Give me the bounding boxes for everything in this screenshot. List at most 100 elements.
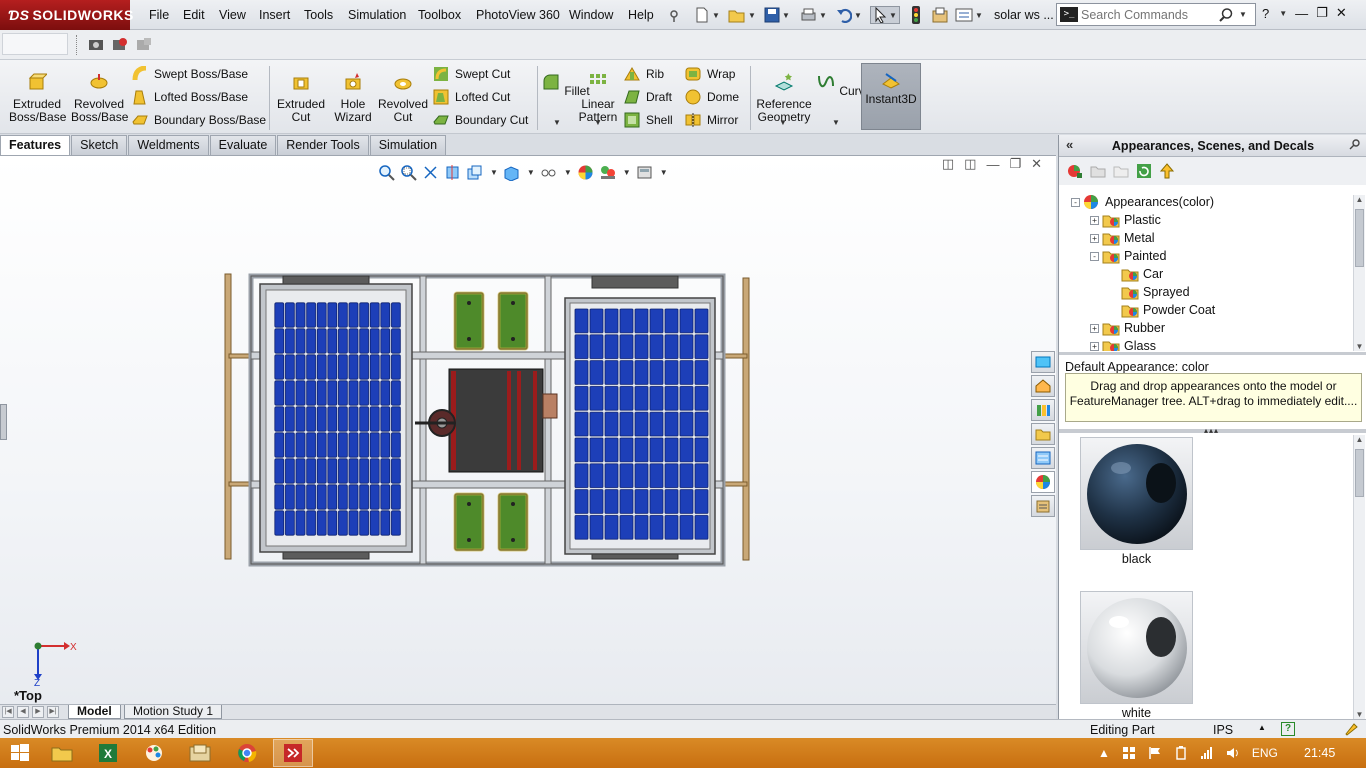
help-dropdown-icon[interactable]: ▼	[1279, 9, 1287, 18]
stop-record-icon[interactable]	[136, 37, 152, 54]
tree-item[interactable]: + Rubber	[1090, 319, 1165, 337]
collapse-icon[interactable]: -	[1090, 251, 1099, 261]
swept-cut-button[interactable]: Swept Cut	[433, 64, 510, 84]
taskbar-solidworks[interactable]	[273, 739, 313, 767]
edit-appearance-icon[interactable]	[577, 164, 594, 181]
select-arrow-icon[interactable]: ▼	[870, 6, 900, 24]
refresh-icon[interactable]	[1136, 163, 1152, 179]
curves-button[interactable]: Curves	[816, 68, 877, 98]
minimize-icon[interactable]: —	[1295, 6, 1308, 21]
first-tab-arrow-icon[interactable]: |◀	[2, 706, 14, 718]
menu-toolbox[interactable]: Toolbox	[418, 8, 461, 22]
restore-icon[interactable]: ❐	[1316, 5, 1328, 21]
task-pane-design-library-tab[interactable]	[1031, 399, 1055, 421]
linear-pattern-button[interactable]: Linear Pattern	[576, 68, 620, 124]
pin-menu-icon[interactable]	[667, 6, 681, 24]
swatch-scroll-down-icon[interactable]: ▼	[1354, 710, 1365, 719]
tree-item[interactable]: Sprayed	[1109, 283, 1190, 301]
pane-splitter[interactable]	[1059, 352, 1366, 355]
apply-scene-dropdown-icon[interactable]: ▼	[623, 168, 631, 177]
tab-simulation[interactable]: Simulation	[369, 135, 447, 155]
search-dropdown-icon[interactable]: ▼	[1239, 10, 1247, 19]
search-icon[interactable]	[1219, 7, 1233, 22]
doc-close-icon[interactable]: ✕	[1031, 156, 1042, 172]
pane-splitter-bottom[interactable]: ▴▴▴	[1059, 426, 1366, 435]
camera-icon[interactable]	[88, 37, 104, 54]
collapse-icon[interactable]: -	[1071, 197, 1080, 207]
taskbar-paint[interactable]	[134, 739, 174, 767]
quick-help-icon[interactable]: ?	[1281, 722, 1295, 736]
menu-photoview[interactable]: PhotoView 360	[476, 8, 560, 22]
tree-item[interactable]: Powder Coat	[1109, 301, 1215, 319]
appearance-swatch-black[interactable]	[1080, 437, 1193, 550]
tree-item[interactable]: - Painted	[1090, 247, 1166, 265]
scroll-down-arrow-icon[interactable]: ▼	[1354, 342, 1365, 351]
tile-right-icon[interactable]: ◫	[964, 156, 976, 172]
last-tab-arrow-icon[interactable]: ▶|	[47, 706, 59, 718]
reference-geometry-button[interactable]: Reference Geometry	[754, 68, 814, 124]
unit-system[interactable]: IPS	[1213, 723, 1233, 737]
taskbar-file-explorer[interactable]	[42, 739, 82, 767]
swept-boss-button[interactable]: Swept Boss/Base	[132, 64, 248, 84]
apply-scene-icon[interactable]	[599, 164, 616, 181]
start-button[interactable]	[0, 739, 40, 767]
appearance-swatch-white[interactable]	[1080, 591, 1193, 704]
menu-window[interactable]: Window	[569, 8, 613, 22]
swatch-scroll-up-icon[interactable]: ▲	[1354, 435, 1365, 444]
instant3d-button[interactable]: Instant3D	[861, 63, 921, 130]
feature-manager-toggle-handle[interactable]	[0, 404, 7, 440]
undo-icon[interactable]: ▼	[836, 6, 862, 24]
extruded-cut-button[interactable]: Extruded Cut	[273, 68, 329, 124]
record-icon[interactable]	[112, 37, 128, 54]
tree-item[interactable]: Car	[1109, 265, 1163, 283]
tab-evaluate[interactable]: Evaluate	[209, 135, 277, 155]
reference-geometry-dropdown-icon[interactable]: ▼	[779, 118, 787, 127]
tree-item[interactable]: + Metal	[1090, 229, 1155, 247]
graphics-area[interactable]: ▼ ▼ ▼ ▼ ▼ ◫ ◫ — ❐ ✕ X Z *Top	[0, 155, 1056, 704]
expand-icon[interactable]: +	[1090, 323, 1099, 333]
input-language[interactable]: ENG	[1252, 746, 1278, 760]
units-menu-icon[interactable]: ▲	[1258, 723, 1266, 732]
taskbar-photos[interactable]	[180, 739, 220, 767]
fillet-dropdown-icon[interactable]: ▼	[553, 118, 561, 127]
shell-button[interactable]: Shell	[624, 110, 673, 130]
toolbar-grip[interactable]	[76, 35, 79, 55]
tab-render-tools[interactable]: Render Tools	[277, 135, 369, 155]
extruded-boss-button[interactable]: Extruded Boss/Base	[9, 68, 66, 124]
add-appearance-icon[interactable]	[1067, 163, 1083, 179]
menu-file[interactable]: File	[149, 8, 169, 22]
view-settings-icon[interactable]	[636, 164, 653, 181]
menu-simulation[interactable]: Simulation	[348, 8, 406, 22]
task-pane-file-explorer-tab[interactable]	[1031, 423, 1055, 445]
print-icon[interactable]: ▼	[800, 6, 827, 24]
doc-minimize-icon[interactable]: —	[986, 157, 999, 172]
pattern-dropdown-icon[interactable]: ▼	[594, 118, 602, 127]
hole-wizard-button[interactable]: Hole Wizard	[331, 68, 375, 124]
menu-view[interactable]: View	[219, 8, 246, 22]
doc-restore-icon[interactable]: ❐	[1009, 156, 1021, 172]
view-orientation-dropdown-icon[interactable]: ▼	[490, 168, 498, 177]
lofted-cut-button[interactable]: Lofted Cut	[433, 87, 510, 107]
previous-view-icon[interactable]	[422, 164, 439, 181]
solidworks-logo[interactable]: ƊS SOLIDWORKS	[0, 0, 133, 30]
expand-icon[interactable]: +	[1090, 341, 1099, 351]
menu-edit[interactable]: Edit	[183, 8, 205, 22]
tree-scrollbar[interactable]: ▲ ▼	[1353, 195, 1365, 351]
tab-motion-study-1[interactable]: Motion Study 1	[124, 705, 223, 719]
task-pane-appearances-tab[interactable]	[1031, 471, 1055, 493]
taskbar-chrome[interactable]	[227, 739, 267, 767]
menu-insert[interactable]: Insert	[259, 8, 290, 22]
tab-features[interactable]: Features	[0, 135, 71, 155]
task-pane-view-palette-tab[interactable]	[1031, 447, 1055, 469]
action-center-icon[interactable]	[1122, 746, 1136, 760]
mirror-button[interactable]: Mirror	[685, 110, 738, 130]
task-pane-home-tab[interactable]	[1031, 375, 1055, 397]
show-hidden-icons-icon[interactable]: ▲	[1098, 746, 1110, 760]
tree-item[interactable]: + Glass	[1090, 337, 1156, 351]
add-file-location-icon[interactable]	[1113, 163, 1129, 179]
help-icon[interactable]: ?	[1262, 6, 1269, 21]
rib-button[interactable]: Rib	[624, 64, 664, 84]
section-view-icon[interactable]	[444, 164, 461, 181]
menu-tools[interactable]: Tools	[304, 8, 333, 22]
save-icon[interactable]: ▼	[764, 6, 790, 24]
